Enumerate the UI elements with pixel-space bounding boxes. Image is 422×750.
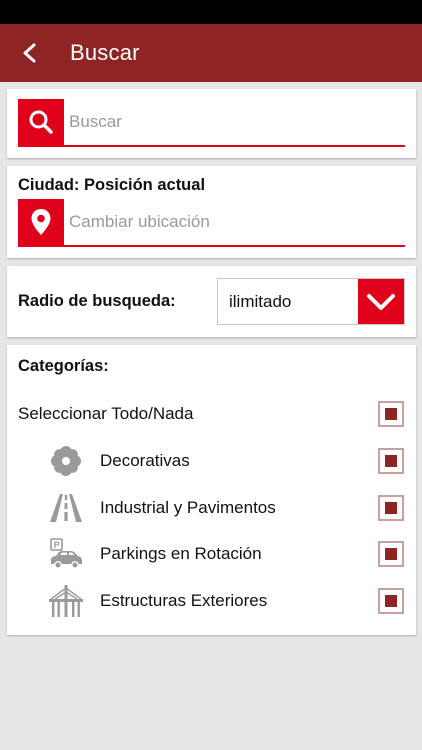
search-icon[interactable] xyxy=(18,99,64,145)
radius-selected-value: ilimitado xyxy=(229,291,292,311)
search-field xyxy=(18,99,405,147)
category-checkbox[interactable] xyxy=(378,588,404,614)
parking-car-icon: P xyxy=(49,537,83,571)
category-label: Estructuras Exteriores xyxy=(100,591,268,610)
category-label: Industrial y Pavimentos xyxy=(100,498,276,517)
page-title: Buscar xyxy=(70,40,140,65)
city-card: Ciudad: Posición actual xyxy=(7,166,416,258)
select-all-label: Seleccionar Todo/Nada xyxy=(18,404,194,423)
categories-title: Categorías: xyxy=(18,357,109,375)
categories-card: Categorías: Seleccionar Todo/Nada Decora… xyxy=(7,345,416,635)
dropdown-button[interactable] xyxy=(358,279,404,324)
svg-text:P: P xyxy=(54,540,60,550)
radius-dropdown[interactable]: ilimitado xyxy=(217,278,405,325)
search-card xyxy=(7,89,416,158)
category-item[interactable]: Estructuras Exteriores xyxy=(7,581,416,621)
category-label: Decorativas xyxy=(100,451,190,470)
search-input[interactable] xyxy=(64,100,405,144)
category-checkbox[interactable] xyxy=(378,448,404,474)
select-all-checkbox[interactable] xyxy=(378,401,404,427)
category-checkbox[interactable] xyxy=(378,495,404,521)
category-item[interactable]: Industrial y Pavimentos xyxy=(7,488,416,528)
arrow-left-icon xyxy=(23,43,36,63)
category-checkbox[interactable] xyxy=(378,541,404,567)
location-field xyxy=(18,199,405,247)
location-pin-icon[interactable] xyxy=(18,199,64,245)
city-label: Ciudad: Posición actual xyxy=(18,176,206,194)
chevron-down-icon xyxy=(367,293,395,310)
radius-label: Radio de busqueda: xyxy=(18,292,176,310)
road-icon xyxy=(49,491,83,525)
category-item[interactable]: P Parkings en Rotación xyxy=(7,534,416,574)
back-button[interactable] xyxy=(2,24,58,82)
bridge-icon xyxy=(49,584,83,618)
select-all-row[interactable]: Seleccionar Todo/Nada xyxy=(7,394,416,434)
category-item[interactable]: Decorativas xyxy=(7,441,416,481)
location-input[interactable] xyxy=(64,200,405,244)
status-bar xyxy=(0,0,422,24)
flower-icon xyxy=(49,444,83,478)
app-bar: Buscar xyxy=(0,24,422,82)
radius-card: Radio de busqueda: ilimitado xyxy=(7,266,416,337)
category-label: Parkings en Rotación xyxy=(100,544,262,563)
